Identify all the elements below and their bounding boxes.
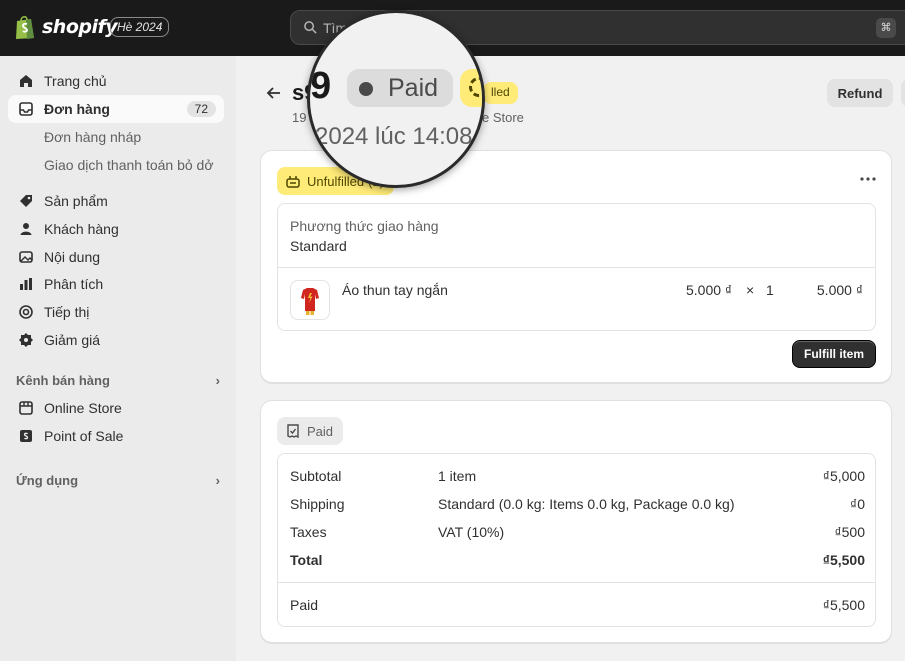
apps-heading[interactable]: Ứng dụng › — [16, 473, 220, 488]
sidebar-subitem-drafts[interactable]: Đơn hàng nháp — [44, 129, 141, 145]
sidebar-item-analytics[interactable]: Phân tích — [8, 270, 224, 298]
magnified-order-date: 2024 lúc 14:08 — [315, 123, 473, 150]
sidebar-item-label: Trang chủ — [44, 73, 107, 89]
summary-detail: VAT (10%) — [438, 524, 505, 540]
image-icon — [19, 251, 33, 263]
search-icon — [304, 21, 317, 34]
sidebar-item-label: Point of Sale — [44, 428, 124, 444]
more-actions-button[interactable] — [901, 79, 905, 107]
product-quantity: 1 — [766, 282, 774, 298]
home-icon — [20, 75, 32, 87]
orders-count-badge: 72 — [186, 101, 216, 117]
chevron-right-icon: › — [215, 473, 220, 488]
summary-amount: ₫500 — [834, 524, 865, 540]
sidebar-item-label: Online Store — [44, 400, 122, 416]
sidebar-item-label: Sản phẩm — [44, 193, 108, 209]
payment-card: Paid Subtotal 1 item ₫5,000 Shipping Sta… — [260, 400, 892, 643]
magnified-fulfillment-badge — [460, 69, 482, 107]
product-image — [301, 288, 319, 315]
magnified-paid-badge: Paid — [347, 69, 453, 107]
chevron-right-icon: › — [215, 373, 220, 388]
summary-amount: ₫0 — [850, 496, 865, 512]
paid-label: Paid — [307, 423, 334, 439]
paid-row-amount: ₫5,500 — [822, 597, 865, 613]
tag-icon — [20, 195, 32, 207]
magnifier-lens: 9 Paid 2024 lúc 14:08 — [307, 10, 485, 188]
inbox-icon — [19, 102, 33, 116]
sidebar-item-orders[interactable]: Đơn hàng 72 — [8, 95, 224, 123]
sidebar-item-products[interactable]: Sản phẩm — [8, 187, 224, 215]
fulfillment-card: Unfulfilled (1) Phương thức giao hàng St… — [260, 150, 892, 383]
magnified-order-number: 9 — [310, 65, 332, 107]
sidebar-item-label: Giảm giá — [44, 332, 101, 348]
pos-icon — [20, 430, 32, 442]
refund-button[interactable]: Refund — [827, 79, 893, 107]
sidebar-item-label: Tiếp thị — [44, 304, 90, 320]
summary-label: Total — [290, 552, 323, 568]
sidebar-item-label: Phân tích — [44, 276, 104, 292]
sidebar-item-marketing[interactable]: Tiếp thị — [8, 298, 224, 326]
order-channel-subline: e Store — [482, 110, 524, 125]
fulfillment-status-badge: lled — [483, 82, 518, 104]
sidebar-item-online-store[interactable]: Online Store — [8, 394, 224, 422]
product-name[interactable]: Áo thun tay ngắn — [342, 282, 448, 298]
sidebar-item-label: Đơn hàng — [44, 101, 110, 117]
sidebar-item-content[interactable]: Nội dung — [8, 243, 224, 271]
shopify-logo[interactable]: shopify — [14, 14, 118, 40]
summary-amount: ₫5,000 — [822, 468, 865, 484]
store-icon — [19, 401, 33, 415]
bar-chart-icon — [20, 278, 32, 290]
paid-badge: Paid — [277, 417, 344, 445]
sidebar-item-point-of-sale[interactable]: Point of Sale — [8, 422, 224, 450]
back-arrow-icon[interactable] — [264, 83, 284, 103]
shopify-bag-icon — [16, 15, 34, 39]
partial-ring-icon — [469, 77, 482, 97]
times-sign: × — [746, 282, 755, 298]
magnified-paid-label: Paid — [388, 74, 439, 102]
shipping-method-label: Phương thức giao hàng — [290, 218, 439, 234]
fulfillment-details: Phương thức giao hàng Standard Áo thun t… — [277, 203, 876, 331]
more-options-icon[interactable] — [858, 171, 878, 187]
summary-label: Subtotal — [290, 468, 342, 484]
sales-channels-label: Kênh bán hàng — [16, 373, 110, 388]
sales-channels-heading[interactable]: Kênh bán hàng › — [16, 373, 220, 388]
discount-icon — [19, 333, 33, 347]
product-unit-price: 5.000 ₫ — [686, 282, 733, 298]
payment-summary: Subtotal 1 item ₫5,000 Shipping Standard… — [277, 453, 876, 627]
receipt-check-icon — [287, 424, 299, 439]
apps-label: Ứng dụng — [16, 473, 79, 488]
unfulfilled-icon — [286, 176, 300, 188]
summary-detail: Standard (0.0 kg: Items 0.0 kg, Package … — [438, 496, 735, 512]
person-icon — [20, 223, 32, 235]
paid-row-label: Paid — [290, 597, 319, 613]
fulfill-item-button[interactable]: Fulfill item — [792, 340, 876, 368]
brand-name: shopify — [42, 16, 118, 38]
sidebar-subitem-abandoned[interactable]: Giao dịch thanh toán bỏ dở — [44, 157, 214, 173]
sidebar-item-label: Nội dung — [44, 249, 101, 265]
summary-label: Taxes — [290, 524, 327, 540]
edition-badge: Hè 2024 — [110, 17, 170, 37]
sidebar-item-label: Khách hàng — [44, 221, 119, 237]
summary-detail: 1 item — [438, 468, 477, 484]
sidebar-item-home[interactable]: Trang chủ — [8, 67, 224, 95]
shipping-method-value: Standard — [290, 238, 347, 254]
status-dot-icon — [359, 82, 373, 96]
sidebar-item-customers[interactable]: Khách hàng — [8, 215, 224, 243]
summary-amount: ₫5,500 — [822, 552, 865, 568]
target-icon — [19, 305, 33, 319]
summary-label: Shipping — [290, 496, 345, 512]
product-line-total: 5.000 ₫ — [816, 282, 863, 298]
sidebar-item-discounts[interactable]: Giảm giá — [8, 326, 224, 354]
divider — [278, 267, 875, 268]
shortcut-key: ⌘ — [876, 18, 896, 38]
divider — [278, 582, 875, 583]
sidebar: Trang chủ Đơn hàng 72 Đơn hàng nháp Giao… — [0, 56, 236, 661]
product-thumbnail[interactable] — [290, 280, 330, 320]
